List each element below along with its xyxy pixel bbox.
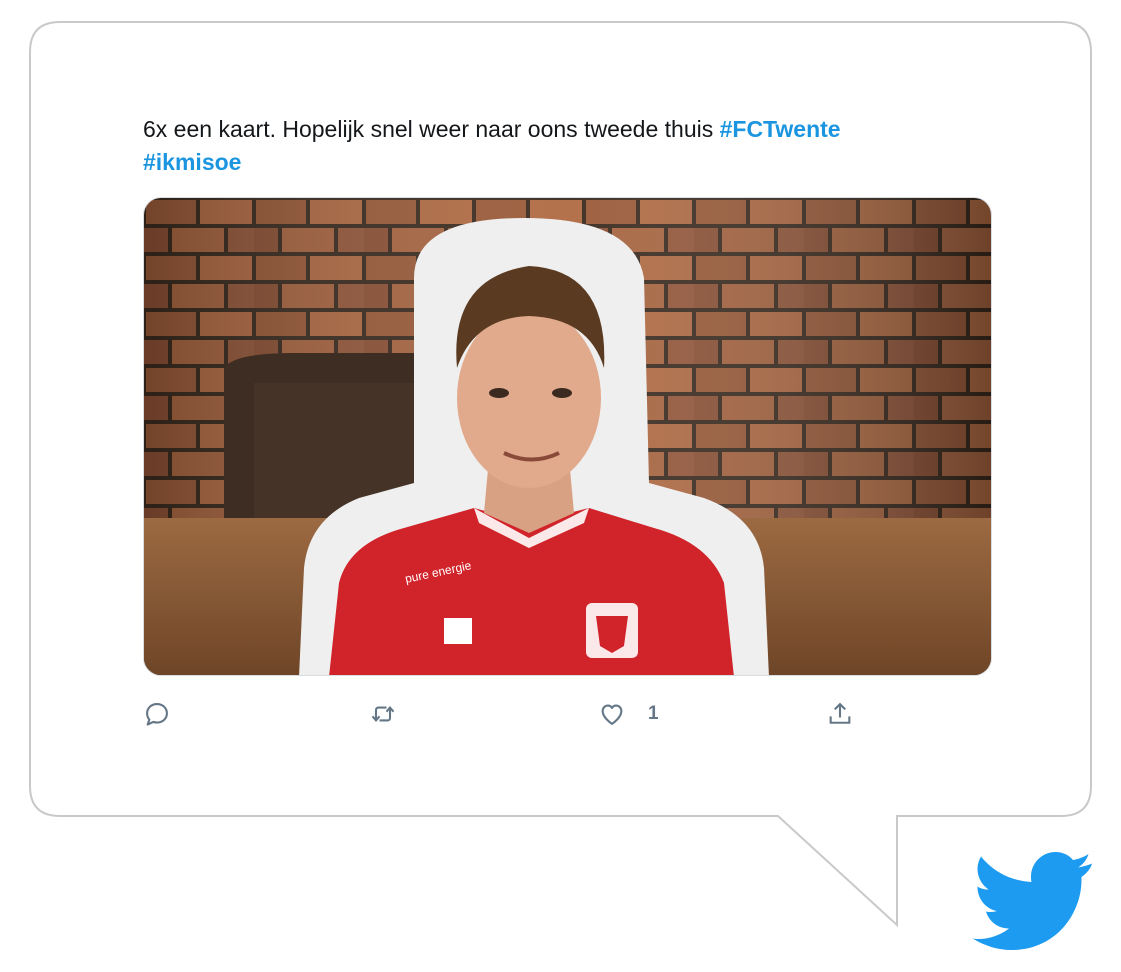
retweet-button[interactable]: [369, 696, 397, 732]
like-button[interactable]: 1: [598, 696, 659, 732]
reply-button[interactable]: [143, 696, 171, 732]
share-button[interactable]: [826, 696, 854, 732]
tweet-body: 6x een kaart. Hopelijk snel weer naar oo…: [143, 116, 720, 142]
twitter-bird-icon: [972, 852, 1092, 950]
retweet-icon: [371, 705, 395, 723]
tweet-text: 6x een kaart. Hopelijk snel weer naar oo…: [143, 113, 993, 179]
tweet-actions: 1: [143, 696, 903, 732]
share-icon: [829, 702, 851, 724]
like-count: 1: [648, 703, 659, 724]
photo-cutout-illustration: pure energie: [144, 198, 991, 675]
hashtag-ikmisoe[interactable]: #ikmisoe: [143, 149, 241, 175]
tweet-media-image[interactable]: pure energie: [143, 197, 992, 676]
heart-icon: [601, 704, 623, 725]
hashtag-fctwente[interactable]: #FCTwente: [720, 116, 841, 142]
reply-icon: [146, 703, 168, 726]
